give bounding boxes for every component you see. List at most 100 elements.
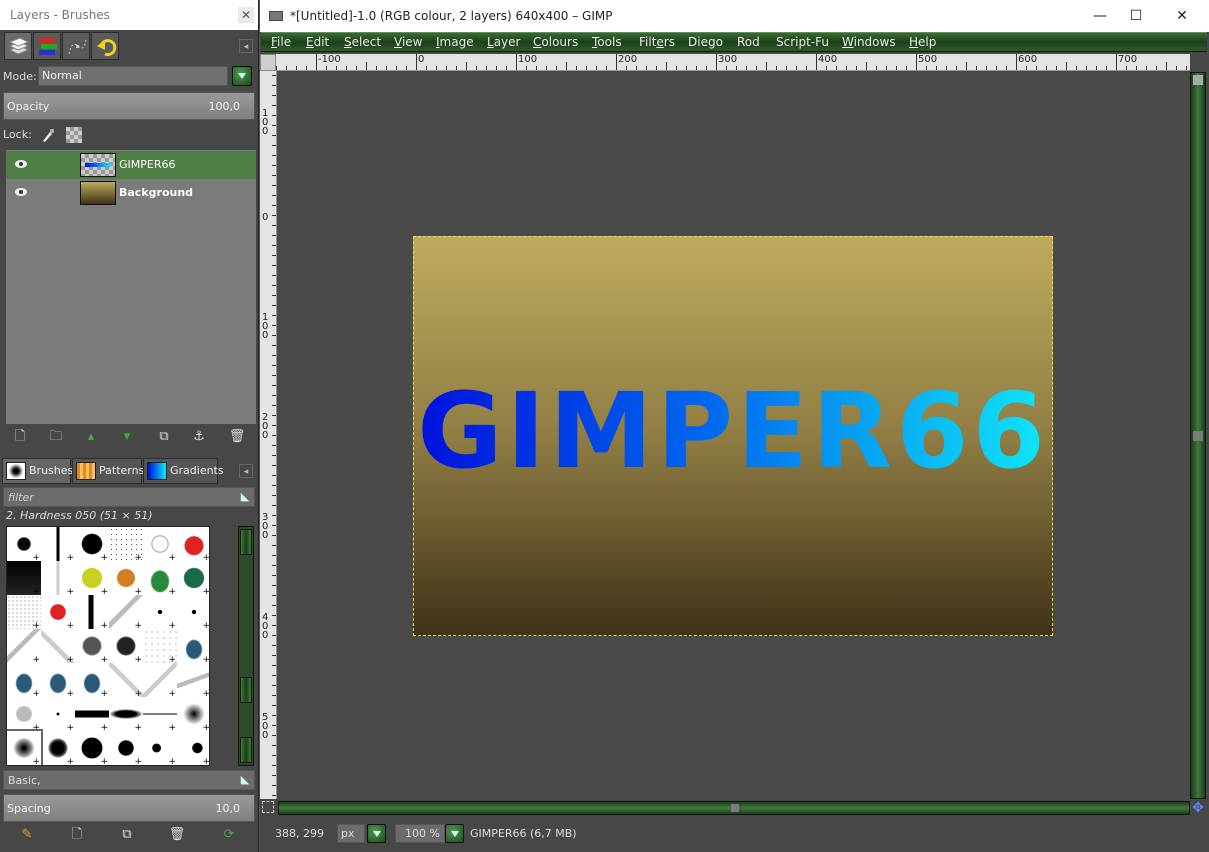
brush-thumbnail[interactable]: + (143, 527, 177, 563)
brush-thumbnail[interactable]: + (109, 595, 143, 631)
menu-item[interactable]: Diego (688, 35, 723, 49)
brush-thumbnail[interactable]: + (177, 697, 209, 733)
brush-thumbnail[interactable]: + (7, 561, 41, 597)
brush-scrollbar[interactable] (238, 526, 254, 766)
brush-thumbnail[interactable]: + (41, 697, 75, 733)
scroll-down-handle[interactable] (240, 737, 252, 763)
brush-thumbnail[interactable]: + (75, 561, 109, 597)
raise-layer-icon[interactable]: ▴ (82, 428, 100, 446)
brush-thumbnail[interactable]: + (109, 561, 143, 597)
unit-select[interactable]: px (337, 824, 365, 843)
brush-thumbnail[interactable]: + (41, 527, 75, 563)
scroll-up-handle[interactable] (240, 529, 252, 555)
menu-item[interactable]: File (271, 35, 291, 49)
menu-item[interactable]: Rod (737, 35, 760, 49)
tab-channels[interactable] (33, 32, 61, 60)
menu-item[interactable]: Layer (487, 35, 520, 49)
dock-close-icon[interactable]: ✕ (238, 7, 254, 23)
brush-thumbnail[interactable]: + (143, 731, 177, 765)
brush-thumbnail[interactable]: + (109, 629, 143, 665)
delete-brush-icon[interactable]: 🗑 (168, 826, 186, 844)
menu-item[interactable]: Help (909, 35, 936, 49)
eye-icon[interactable] (14, 159, 28, 169)
brush-grid[interactable]: + + + + + + + + + + + + + + + + + + + + + + + + + + + + + + + + + + + + + + + +… (6, 526, 210, 766)
brush-thumbnail[interactable]: + (7, 697, 41, 733)
delete-layer-icon[interactable]: 🗑 (228, 428, 246, 446)
brush-thumbnail[interactable]: + (75, 595, 109, 631)
layer-row-background[interactable]: Background (6, 179, 256, 207)
scroll-up-icon[interactable] (1193, 75, 1203, 85)
brush-thumbnail[interactable]: + (143, 595, 177, 631)
new-brush-icon[interactable]: 🗋 (68, 826, 86, 844)
tab-patterns[interactable]: Patterns (72, 458, 144, 484)
tag-dropdown-icon[interactable]: ◣ (238, 773, 252, 787)
duplicate-layer-icon[interactable]: ⧉ (155, 428, 173, 446)
brush-thumbnail[interactable]: + (109, 527, 143, 563)
lock-alpha-icon[interactable] (66, 127, 82, 143)
dock-tab-menu-icon[interactable]: ◂ (239, 39, 253, 53)
unit-dropdown-icon[interactable] (367, 824, 386, 843)
brush-thumbnail[interactable]: + (41, 595, 75, 631)
mode-dropdown-icon[interactable] (232, 66, 252, 86)
opacity-slider[interactable]: Opacity 100,0 (3, 92, 255, 120)
brush-thumbnail[interactable]: + (75, 697, 109, 733)
menu-item[interactable]: Windows (842, 35, 896, 49)
vertical-scrollbar[interactable] (1190, 72, 1206, 799)
brush-thumbnail[interactable]: + (143, 697, 177, 733)
menu-item[interactable]: Select (344, 35, 381, 49)
scroll-thumb-marker[interactable] (1193, 431, 1203, 441)
menu-item[interactable]: Script-Fu (776, 35, 829, 49)
filter-dropdown-icon[interactable]: ◣ (238, 490, 252, 504)
zoom-select[interactable]: 100 % (395, 824, 445, 843)
menu-item[interactable]: Image (436, 35, 474, 49)
horizontal-scrollbar[interactable] (278, 801, 1190, 815)
edit-brush-icon[interactable]: ✎ (18, 826, 36, 844)
maximize-icon[interactable]: ☐ (1126, 6, 1146, 26)
horizontal-ruler[interactable]: -100 0 100 200 300 400 500 600 700 (276, 54, 1190, 71)
new-layer-group-icon[interactable]: 🗀 (47, 428, 65, 446)
brush-thumbnail[interactable]: + (143, 629, 177, 665)
brush-thumbnail[interactable]: + (143, 663, 177, 699)
spacing-slider[interactable]: Spacing 10,0 (3, 794, 255, 822)
tab-undo-history[interactable] (91, 32, 119, 60)
brush-thumbnail[interactable]: + (7, 595, 41, 631)
minimize-icon[interactable]: — (1090, 6, 1110, 26)
canvas-area[interactable]: GIMPER66 (277, 72, 1190, 799)
brush-thumbnail[interactable]: + (177, 595, 209, 631)
menu-item[interactable]: Edit (306, 35, 329, 49)
menu-item[interactable]: Filters (639, 35, 675, 49)
navigate-icon[interactable]: ✥ (1190, 801, 1206, 815)
quick-mask-icon[interactable] (262, 801, 274, 813)
brush-tag-input[interactable]: Basic, ◣ (3, 770, 255, 790)
brush-thumbnail[interactable]: + (109, 697, 143, 733)
brush-thumbnail[interactable]: + (41, 561, 75, 597)
hscroll-thumb-marker[interactable] (731, 804, 739, 812)
brush-thumbnail[interactable]: + (177, 561, 209, 597)
mode-select[interactable]: Normal (38, 66, 228, 86)
brush-thumbnail[interactable]: + (143, 561, 177, 597)
tab-gradients[interactable]: Gradients (143, 458, 224, 484)
brush-thumbnail[interactable]: + (109, 731, 143, 765)
brush-thumbnail[interactable]: + (41, 629, 75, 665)
brush-thumbnail[interactable]: + (177, 731, 209, 765)
menu-item[interactable]: View (394, 35, 422, 49)
anchor-layer-icon[interactable]: ⚓ (190, 428, 208, 446)
ruler-corner[interactable] (260, 54, 276, 71)
brush-thumbnail[interactable]: + (7, 527, 41, 563)
duplicate-brush-icon[interactable]: ⧉ (118, 826, 136, 844)
menu-item[interactable]: Colours (533, 35, 578, 49)
zoom-dropdown-icon[interactable] (445, 824, 464, 843)
vertical-ruler[interactable]: 100 0 100 200 300 400 500 (260, 71, 277, 799)
brush-thumbnail[interactable]: + (177, 663, 209, 699)
lower-layer-icon[interactable]: ▾ (118, 428, 136, 446)
brush-thumbnail[interactable]: + (41, 731, 75, 765)
brush-thumbnail[interactable]: + (75, 663, 109, 699)
brush-thumbnail[interactable]: + (75, 629, 109, 665)
brush-filter-input[interactable]: filter ◣ (3, 487, 255, 507)
menu-item[interactable]: Tools (592, 35, 622, 49)
brush-thumbnail[interactable]: + (7, 629, 41, 665)
lock-pixels-icon[interactable] (40, 127, 56, 143)
brush-thumbnail[interactable]: + (109, 663, 143, 699)
brush-thumbnail[interactable]: + (177, 629, 209, 665)
scroll-thumb[interactable] (240, 677, 252, 703)
